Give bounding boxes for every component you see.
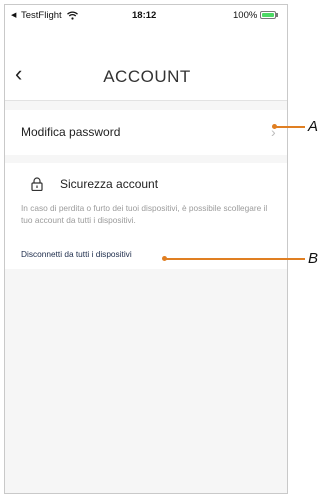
disconnect-all-devices-link[interactable]: Disconnetti da tutti i dispositivi xyxy=(21,249,132,259)
status-carrier: TestFlight xyxy=(21,10,62,21)
callout-b-line xyxy=(165,258,305,260)
battery-fill xyxy=(262,13,274,17)
security-description: In caso di perdita o furto dei tuoi disp… xyxy=(21,203,268,225)
callout-a-label: A xyxy=(308,118,319,135)
phone-screen: ◀ TestFlight 18:12 100% ‹ ACCOUNT Modifi… xyxy=(4,4,288,494)
callout-a-line xyxy=(275,126,305,128)
status-time: 18:12 xyxy=(132,10,157,21)
back-to-app-icon[interactable]: ◀ xyxy=(11,11,16,19)
battery-icon xyxy=(260,11,276,19)
status-bar: ◀ TestFlight 18:12 100% xyxy=(5,5,287,27)
battery-tip xyxy=(276,13,278,17)
change-password-label: Modifica password xyxy=(21,125,121,139)
wifi-icon xyxy=(67,11,78,20)
security-section: Sicurezza account In caso di perdita o f… xyxy=(5,163,287,269)
battery-percent: 100% xyxy=(233,10,258,21)
nav-bar: ‹ ACCOUNT xyxy=(5,27,287,101)
security-title: Sicurezza account xyxy=(60,177,159,191)
callout-b-label: B xyxy=(308,250,319,267)
change-password-row[interactable]: Modifica password › xyxy=(5,110,287,155)
page-title: ACCOUNT xyxy=(103,67,191,86)
lock-icon xyxy=(31,177,43,191)
